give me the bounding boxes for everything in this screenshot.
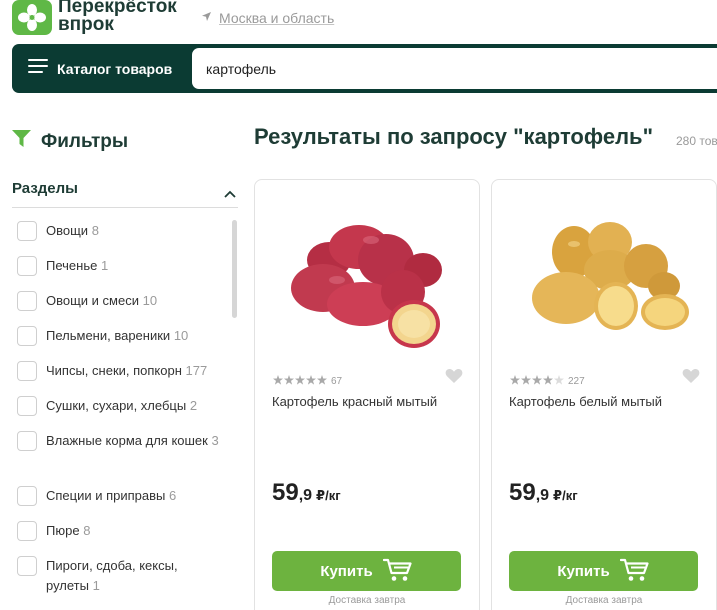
filter-checkbox[interactable]: [17, 431, 37, 451]
buy-button[interactable]: Купить: [509, 551, 698, 591]
results-title: Результаты по запросу "картофель": [254, 124, 653, 149]
buy-label: Купить: [557, 562, 610, 580]
filter-checkbox[interactable]: [17, 361, 37, 381]
filter-label: Печенье 1: [46, 258, 109, 273]
product-name[interactable]: Картофель белый мытый: [509, 394, 662, 409]
cart-icon: [382, 558, 413, 585]
price-unit: ₽/кг: [316, 488, 341, 503]
rating-count: 227: [568, 375, 585, 387]
filter-checkbox[interactable]: [17, 221, 37, 241]
product-card[interactable]: 227 Картофель белый мытый 59,9 ₽/кг Купит…: [491, 179, 717, 610]
product-image-white-potato[interactable]: [510, 192, 698, 352]
filter-count: 10: [142, 293, 158, 308]
results-count: 280 тов: [676, 134, 717, 148]
filter-count: 1: [100, 258, 109, 273]
price: 59,9 ₽/кг: [272, 479, 341, 507]
filter-item[interactable]: Печенье 1: [17, 256, 232, 276]
filter-count: 10: [173, 328, 189, 343]
filter-label: Овощи и смеси 10: [46, 293, 158, 308]
filter-item[interactable]: Овощи и смеси 10: [17, 291, 232, 311]
catalog-button[interactable]: Каталог товаров: [28, 58, 172, 79]
filter-label: Сушки, сухари, хлебцы 2: [46, 398, 198, 413]
filter-count: 1: [92, 578, 100, 593]
filter-count: 8: [91, 223, 99, 238]
filter-icon: [12, 130, 31, 153]
stars-icon: [510, 372, 564, 390]
product-card[interactable]: 67 Картофель красный мытый 59,9 ₽/кг Купи…: [254, 179, 480, 610]
cart-icon: [619, 558, 650, 585]
filter-label: Чипсы, снеки, попкорн 177: [46, 363, 208, 378]
delivery-note: Доставка завтра: [328, 595, 406, 606]
product-name[interactable]: Картофель красный мытый: [272, 394, 437, 409]
filter-scrollbar[interactable]: [232, 220, 237, 318]
filter-checkbox[interactable]: [17, 521, 37, 541]
rating: 227: [510, 372, 585, 390]
sections-title: Разделы: [12, 180, 78, 197]
filter-item[interactable]: Пельмени, вареники 10: [17, 326, 232, 346]
product-image-red-potato[interactable]: [273, 192, 461, 352]
location-arrow-icon: [201, 9, 212, 27]
filter-checkbox[interactable]: [17, 256, 37, 276]
filter-count: 8: [83, 523, 91, 538]
filter-label: Влажные корма для кошек 3: [46, 433, 219, 448]
filter-checkbox[interactable]: [17, 486, 37, 506]
filter-label: Специи и приправы 6: [46, 488, 177, 503]
filter-item[interactable]: Чипсы, снеки, попкорн 177: [17, 361, 232, 381]
nav-bar: Каталог товаров: [12, 44, 717, 93]
filters-header: Фильтры: [12, 130, 128, 153]
price-fraction: ,9: [535, 487, 550, 504]
filter-item[interactable]: Пироги, сдоба, кексы, рулеты 1: [17, 556, 232, 596]
rating: 67: [273, 372, 342, 390]
rating-count: 67: [331, 375, 343, 387]
filter-count: 6: [169, 488, 177, 503]
filter-item[interactable]: Сушки, сухари, хлебцы 2: [17, 396, 232, 416]
price-integer: 59: [509, 479, 536, 506]
filter-label: Пельмени, вареники 10: [46, 328, 189, 343]
price-integer: 59: [272, 479, 299, 506]
filter-item[interactable]: Влажные корма для кошек 3: [17, 431, 232, 451]
filter-item[interactable]: Овощи 8: [17, 221, 232, 241]
sections-header[interactable]: Разделы: [12, 176, 238, 208]
filter-checkbox[interactable]: [17, 291, 37, 311]
filter-label: Пироги, сдоба, кексы, рулеты 1: [46, 558, 178, 593]
filter-label: Пюре 8: [46, 523, 91, 538]
search-input[interactable]: [192, 48, 717, 89]
filter-checkbox[interactable]: [17, 396, 37, 416]
filter-checkbox[interactable]: [17, 326, 37, 346]
filters-title: Фильтры: [41, 130, 129, 152]
catalog-label: Каталог товаров: [57, 60, 173, 77]
brand-name[interactable]: Перекрёсток впрок: [58, 0, 177, 34]
stars-icon: [273, 372, 327, 390]
buy-label: Купить: [320, 562, 373, 580]
filter-checkbox[interactable]: [17, 556, 37, 576]
search-box: [192, 48, 717, 89]
logo-icon[interactable]: [12, 0, 52, 35]
heart-icon[interactable]: [682, 368, 700, 389]
price-fraction: ,9: [298, 487, 313, 504]
filter-item[interactable]: Пюре 8: [17, 521, 232, 541]
price: 59,9 ₽/кг: [509, 479, 578, 507]
filter-count: 3: [211, 433, 219, 448]
menu-icon: [28, 58, 48, 79]
delivery-note: Доставка завтра: [565, 595, 643, 606]
filter-count: 2: [189, 398, 198, 413]
location-text: Москва и область: [219, 10, 335, 26]
filter-count: 177: [185, 363, 208, 378]
buy-button[interactable]: Купить: [272, 551, 461, 591]
heart-icon[interactable]: [445, 368, 463, 389]
filter-label: Овощи 8: [46, 223, 99, 238]
chevron-up-icon[interactable]: [224, 185, 236, 203]
location-selector[interactable]: Москва и область: [201, 9, 334, 27]
price-unit: ₽/кг: [553, 488, 578, 503]
brand-line-2: впрок: [58, 14, 114, 35]
filter-item[interactable]: Специи и приправы 6: [17, 486, 232, 506]
